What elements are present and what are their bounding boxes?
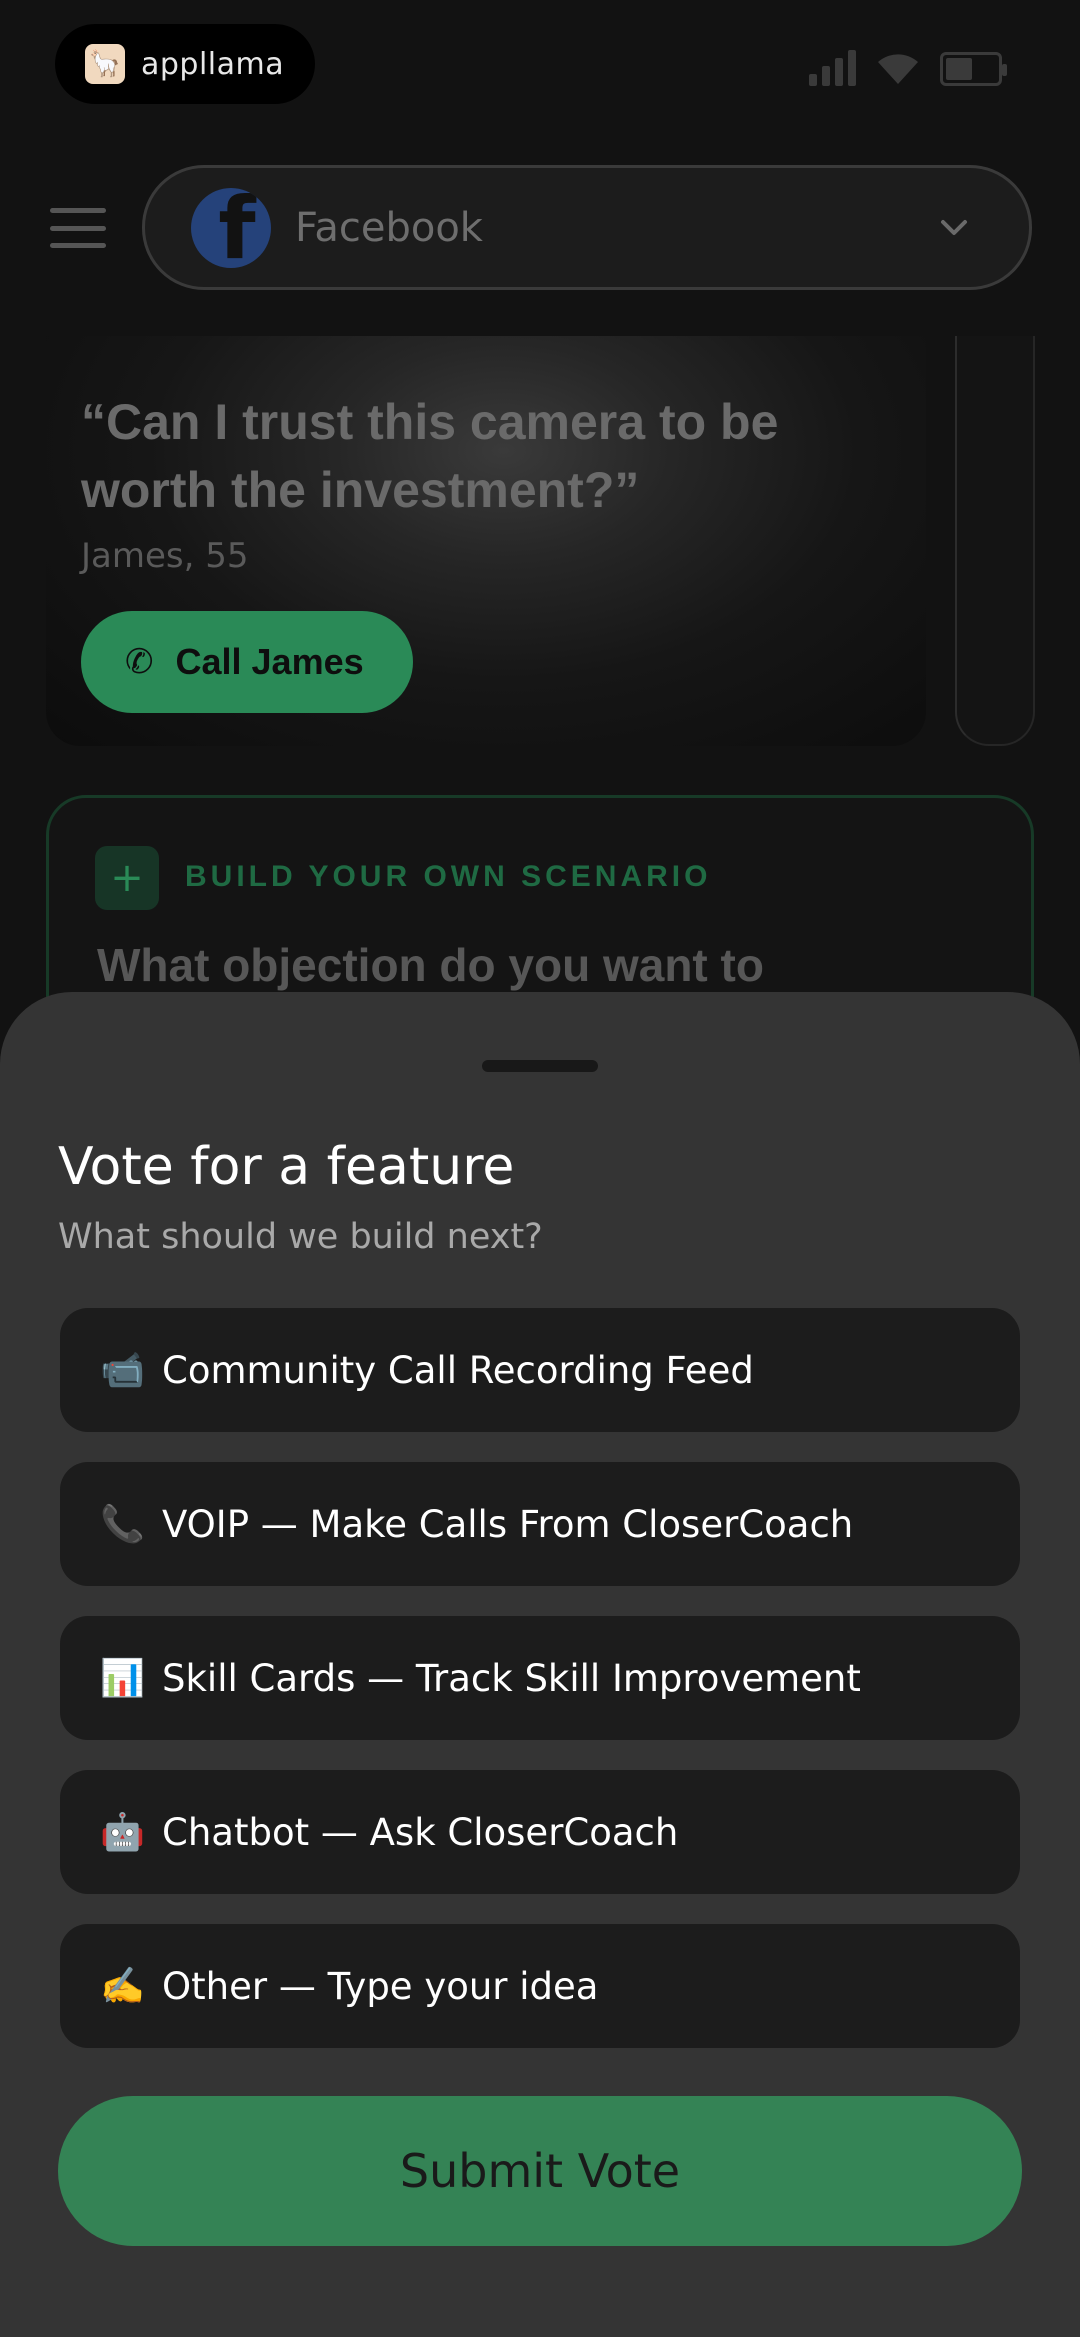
feature-option-other[interactable]: ✍️ Other — Type your idea xyxy=(60,1924,1020,2048)
build-scenario-label: BUILD YOUR OWN SCENARIO xyxy=(185,860,712,893)
option-label: VOIP — Make Calls From CloserCoach xyxy=(162,1502,854,1546)
feature-option-voip[interactable]: 📞 VOIP — Make Calls From CloserCoach xyxy=(60,1462,1020,1586)
call-button[interactable]: ✆ Call James xyxy=(81,611,413,713)
vote-bottom-sheet: Vote for a feature What should we build … xyxy=(0,992,1080,2337)
bar-chart-icon: 📊 xyxy=(100,1658,145,1699)
build-scenario-question: What objection do you want to xyxy=(97,939,764,991)
writing-hand-icon: ✍️ xyxy=(100,1966,145,2007)
header: f Facebook xyxy=(0,160,1080,295)
feature-option-skill-cards[interactable]: 📊 Skill Cards — Track Skill Improvement xyxy=(60,1616,1020,1740)
brand-pill: 🦙 appllama xyxy=(55,24,315,104)
submit-vote-button[interactable]: Submit Vote xyxy=(58,2096,1022,2246)
feature-option-chatbot[interactable]: 🤖 Chatbot — Ask CloserCoach xyxy=(60,1770,1020,1894)
scenario-card[interactable]: “Can I trust this camera to be worth the… xyxy=(46,336,926,746)
brand-name: appllama xyxy=(141,46,285,82)
next-scenario-card[interactable] xyxy=(955,336,1035,746)
scenario-person: James, 55 xyxy=(81,536,249,576)
sheet-title: Vote for a feature xyxy=(58,1137,515,1197)
wifi-icon xyxy=(876,50,920,86)
sheet-subtitle: What should we build next? xyxy=(58,1217,543,1257)
sheet-grabber[interactable] xyxy=(482,1060,598,1072)
option-label: Community Call Recording Feed xyxy=(162,1348,754,1392)
feature-option-community-recording[interactable]: 📹 Community Call Recording Feed xyxy=(60,1308,1020,1432)
signal-icon xyxy=(809,50,856,86)
scenario-quote: “Can I trust this camera to be worth the… xyxy=(81,394,779,518)
phone-icon: 📞 xyxy=(100,1504,145,1545)
hamburger-menu-icon[interactable] xyxy=(50,208,106,248)
status-icons xyxy=(809,50,1007,86)
feature-options: 📹 Community Call Recording Feed 📞 VOIP —… xyxy=(60,1308,1020,2078)
battery-icon xyxy=(940,52,1007,86)
video-camera-icon: 📹 xyxy=(100,1350,145,1391)
phone-icon: ✆ xyxy=(125,642,154,682)
call-button-label: Call James xyxy=(175,641,364,682)
platform-select[interactable]: f Facebook xyxy=(142,165,1032,290)
chevron-down-icon xyxy=(941,220,967,235)
option-label: Skill Cards — Track Skill Improvement xyxy=(162,1656,861,1700)
robot-icon: 🤖 xyxy=(100,1812,145,1853)
option-label: Chatbot — Ask CloserCoach xyxy=(162,1810,679,1854)
plus-icon: + xyxy=(95,846,159,910)
facebook-icon: f xyxy=(191,187,271,268)
platform-label: Facebook xyxy=(295,204,483,251)
submit-vote-label: Submit Vote xyxy=(399,2144,681,2198)
llama-logo-icon: 🦙 xyxy=(85,44,125,84)
option-label: Other — Type your idea xyxy=(162,1964,599,2008)
status-bar: 🦙 appllama xyxy=(0,0,1080,130)
